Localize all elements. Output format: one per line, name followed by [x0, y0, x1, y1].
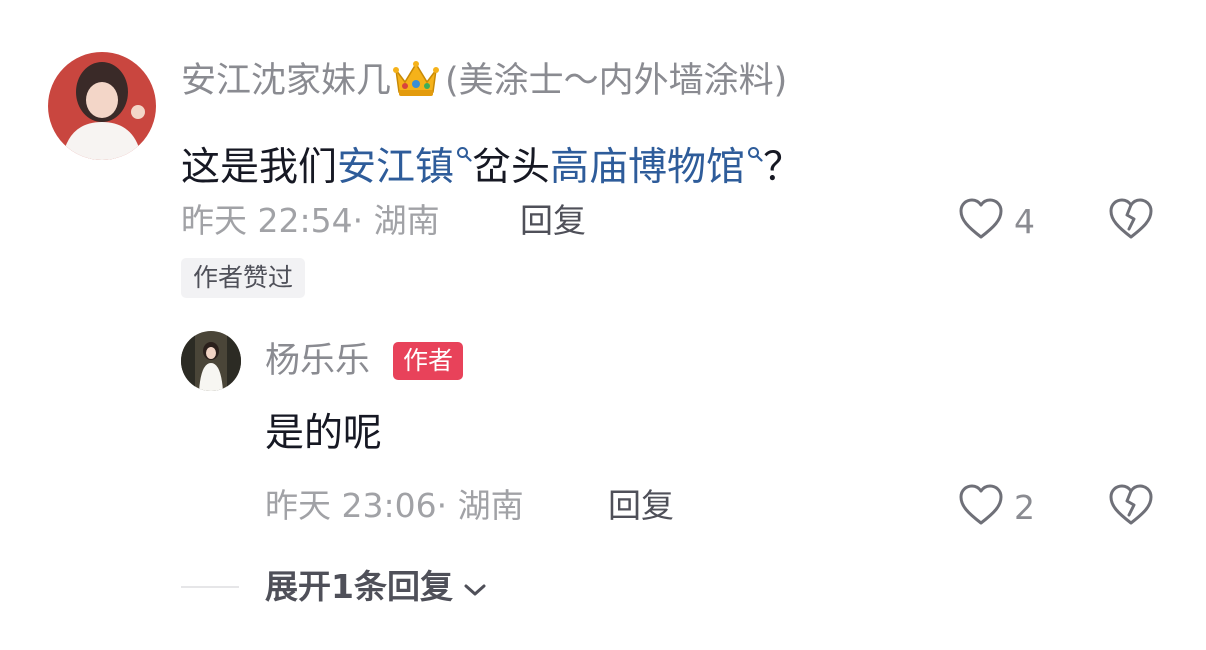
comment-meta: 昨天 22:54· 湖南: [181, 201, 440, 240]
comment-text-2: 岔头: [472, 145, 551, 190]
author-badge: 作者: [393, 342, 464, 380]
comment-text-1: 这是我们: [181, 145, 338, 190]
reply-like-count: 2: [1014, 487, 1035, 527]
comment-reply-button[interactable]: 回复: [520, 204, 586, 237]
heart-icon: [958, 483, 1004, 531]
expand-divider: [181, 586, 239, 588]
commenter-username[interactable]: 安江沈家妹几 (美涂士～内外墙涂料): [181, 60, 787, 105]
reply-content: 是的呢: [265, 411, 383, 456]
search-icon: [747, 130, 763, 169]
commenter-name[interactable]: 安江沈家妹几: [181, 61, 391, 101]
keyword-text[interactable]: 高庙博物馆: [550, 145, 745, 190]
keyword-link-anjiangzhen[interactable]: 安江镇: [337, 145, 472, 190]
keyword-link-gaomiao-museum[interactable]: 高庙博物馆: [550, 145, 763, 190]
reply-meta: 昨天 23:06· 湖南: [265, 486, 524, 525]
replier-avatar[interactable]: [181, 331, 241, 391]
expand-replies-button[interactable]: 展开1条回复: [265, 570, 487, 603]
author-liked-tag: 作者赞过: [181, 258, 306, 298]
reply-like-button[interactable]: 2: [958, 483, 1035, 531]
keyword-text[interactable]: 安江镇: [337, 145, 454, 190]
broken-heart-icon: [1108, 198, 1154, 245]
broken-heart-icon: [1108, 484, 1154, 531]
commenter-avatar[interactable]: [48, 52, 156, 160]
heart-icon: [958, 197, 1004, 245]
search-icon: [456, 130, 472, 169]
reply-reply-button[interactable]: 回复: [608, 489, 674, 522]
commenter-name-suffix: (美涂士～内外墙涂料): [445, 61, 788, 101]
expand-replies-label[interactable]: 展开1条回复: [265, 570, 453, 603]
comment-like-button[interactable]: 4: [958, 197, 1035, 245]
comment-dislike-button[interactable]: [1108, 197, 1154, 245]
crown-icon: [393, 60, 440, 105]
comment-content: 这是我们安江镇 岔头高庙博物馆 ？: [181, 130, 802, 187]
comment-like-count: 4: [1014, 201, 1035, 241]
reply-dislike-button[interactable]: [1108, 483, 1154, 531]
chevron-down-icon: [463, 570, 487, 603]
comment-text-3: ？: [763, 145, 803, 190]
replier-username[interactable]: 杨乐乐: [265, 344, 370, 379]
